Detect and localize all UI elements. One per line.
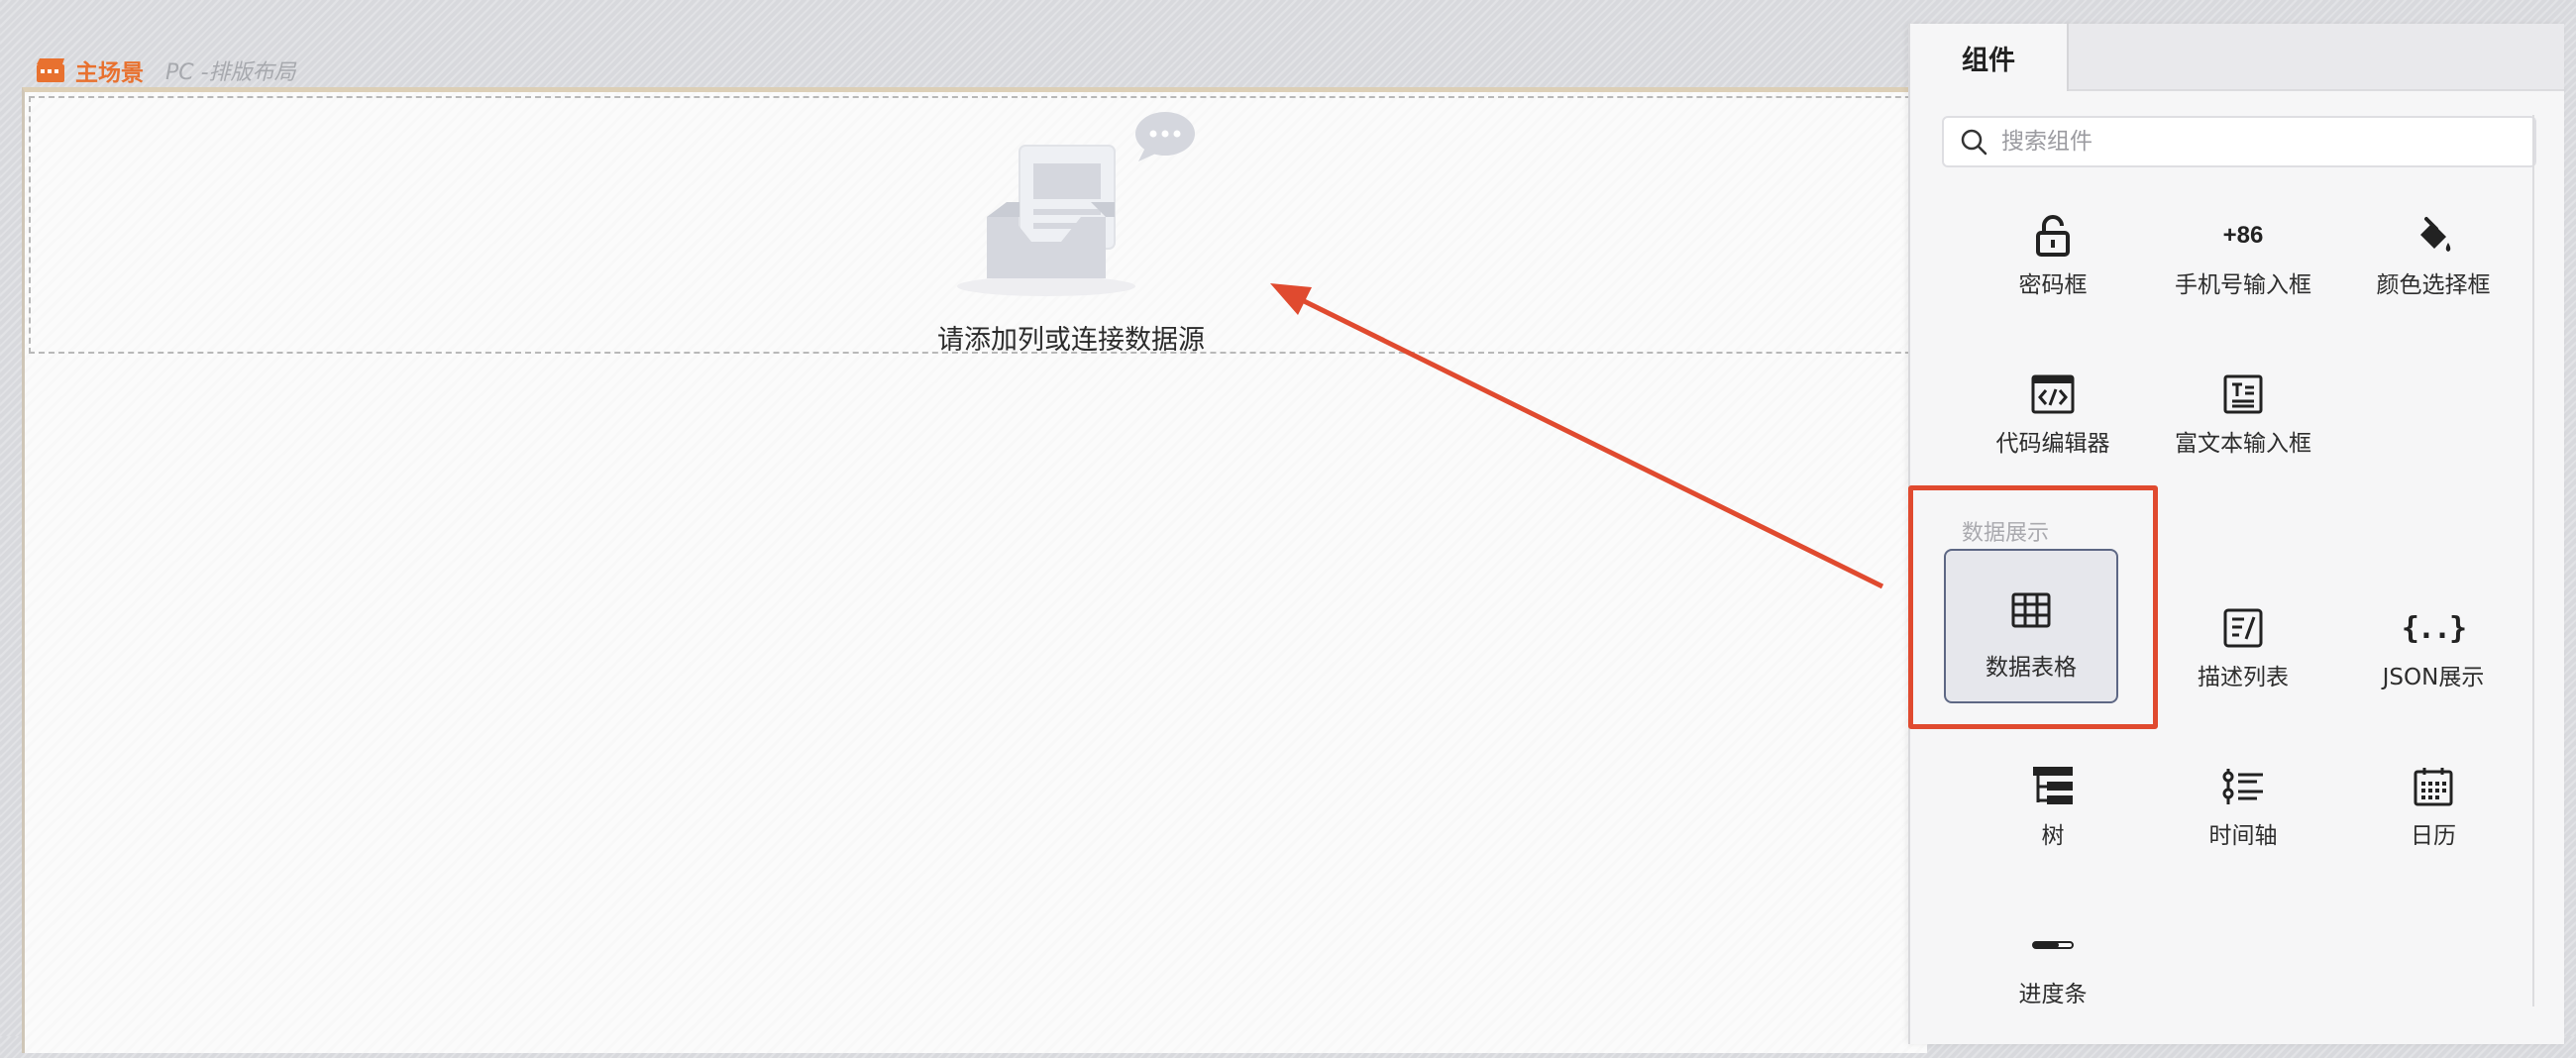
phone-prefix-icon: +86: [2220, 213, 2266, 259]
phone-prefix-text: +86: [2222, 222, 2264, 249]
component-label: 手机号输入框: [2175, 272, 2311, 298]
scene-header: 主场景 PC -排版布局: [36, 52, 296, 89]
timeline-icon: [2220, 764, 2266, 809]
component-color-picker[interactable]: 颜色选择框: [2346, 194, 2521, 349]
component-label: 时间轴: [2208, 823, 2278, 849]
table-icon: [2008, 587, 2054, 633]
component-label: 描述列表: [2198, 665, 2289, 690]
component-code-editor[interactable]: 代码编辑器: [1966, 353, 2140, 507]
component-label: 颜色选择框: [2376, 272, 2491, 298]
code-window-icon: [2030, 371, 2076, 417]
component-phone-input[interactable]: +86 手机号输入框: [2156, 194, 2330, 349]
panel-scrollbar[interactable]: [2532, 115, 2548, 1006]
section-label-data-display: 数据展示: [1962, 521, 2050, 546]
component-password[interactable]: 密码框: [1966, 194, 2140, 349]
component-label: 树: [2041, 823, 2065, 849]
components-panel: 组件 密码框 +86 手机号输入框: [1908, 24, 2564, 1044]
component-label: 代码编辑器: [1995, 431, 2110, 457]
description-list-icon: [2220, 605, 2266, 651]
component-description-list[interactable]: 描述列表: [2156, 586, 2330, 741]
component-data-table[interactable]: 数据表格: [1944, 549, 2118, 703]
search-icon: [1961, 129, 1987, 156]
component-label: 数据表格: [1986, 655, 2077, 681]
panel-tabbar: 组件: [1910, 24, 2564, 91]
calendar-icon: [2411, 764, 2456, 809]
design-canvas[interactable]: 请添加列或连接数据源: [22, 87, 1971, 1053]
search-box[interactable]: [1942, 116, 2536, 167]
json-braces-icon: {..}: [2401, 610, 2467, 646]
scene-title[interactable]: 主场景: [75, 53, 144, 87]
scene-layout-label: PC -排版布局: [165, 60, 296, 85]
component-json-display[interactable]: {..} JSON展示: [2346, 586, 2521, 741]
unlock-icon: [2030, 213, 2076, 259]
drop-zone[interactable]: 请添加列或连接数据源: [29, 96, 1971, 356]
film-slate-icon: [37, 58, 64, 82]
component-tree[interactable]: 树: [1966, 745, 2140, 899]
component-timeline[interactable]: 时间轴: [2156, 745, 2330, 899]
tab-components[interactable]: 组件: [1910, 24, 2069, 91]
component-label: 富文本输入框: [2175, 431, 2311, 457]
paint-bucket-icon: [2411, 213, 2456, 259]
progress-bar-icon: [2030, 922, 2076, 968]
empty-state-text: 请添加列或连接数据源: [937, 325, 1205, 356]
component-label: JSON展示: [2382, 665, 2485, 690]
tree-icon: [2030, 764, 2076, 809]
component-label: 日历: [2411, 823, 2456, 849]
component-calendar[interactable]: 日历: [2346, 745, 2521, 899]
component-label: 进度条: [2018, 982, 2088, 1007]
component-rich-text[interactable]: 富文本输入框: [2156, 353, 2330, 507]
component-progress[interactable]: 进度条: [1966, 903, 2140, 1058]
rich-text-icon: [2220, 371, 2266, 417]
search-input[interactable]: [1999, 128, 2519, 156]
empty-inbox-icon: [957, 112, 1195, 296]
component-label: 密码框: [2018, 272, 2088, 298]
